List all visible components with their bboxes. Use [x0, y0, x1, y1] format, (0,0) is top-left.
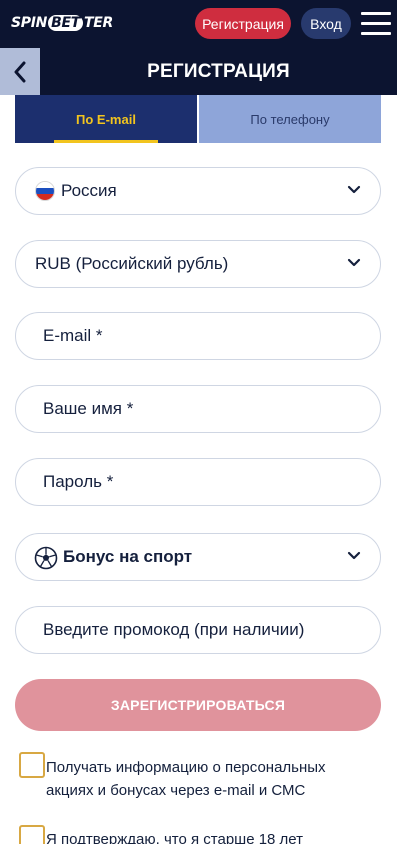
country-value: Россия	[61, 181, 117, 200]
country-select[interactable]: Россия	[15, 167, 381, 215]
russia-flag-icon	[35, 181, 55, 201]
promo-consent-label: Получать информацию о персональных акция…	[46, 759, 326, 799]
currency-select[interactable]: RUB (Российский рубль)	[15, 240, 381, 288]
email-field[interactable]: E-mail *	[15, 312, 381, 360]
back-arrow-icon	[14, 61, 26, 82]
age-confirm-checkbox[interactable]	[19, 825, 45, 844]
promo-placeholder: Введите промокод (при наличии)	[43, 620, 305, 639]
chevron-down-icon	[347, 185, 361, 194]
tab-email[interactable]: По E-mail	[15, 95, 197, 143]
login-button[interactable]: Вход	[301, 8, 351, 39]
name-field[interactable]: Ваше имя *	[15, 385, 381, 433]
logo-ter: TER	[83, 15, 113, 31]
menu-icon[interactable]	[361, 12, 391, 36]
tab-phone[interactable]: По телефону	[199, 95, 381, 143]
chevron-down-icon	[347, 551, 361, 560]
promo-code-field[interactable]: Введите промокод (при наличии)	[15, 606, 381, 654]
registration-tabs: По E-mail По телефону	[15, 95, 381, 143]
password-placeholder: Пароль *	[43, 472, 114, 491]
logo-bet: BET	[48, 15, 83, 31]
top-header: SPIN BET TER Регистрация Вход	[0, 0, 397, 48]
tab-email-label: По E-mail	[76, 111, 136, 127]
title-bar: РЕГИСТРАЦИЯ	[0, 48, 397, 95]
password-field[interactable]: Пароль *	[15, 458, 381, 506]
promo-consent-checkbox[interactable]	[19, 752, 45, 778]
logo-spin: SPIN	[11, 15, 48, 31]
bonus-select[interactable]: Бонус на спорт	[15, 533, 381, 581]
chevron-down-icon	[347, 258, 361, 267]
age-confirm-label: Я подтверждаю, что я старше 18 лет	[46, 831, 304, 844]
tab-phone-label: По телефону	[250, 111, 330, 127]
submit-register-button[interactable]: ЗАРЕГИСТРИРОВАТЬСЯ	[15, 679, 381, 731]
register-button[interactable]: Регистрация	[195, 8, 291, 39]
name-placeholder: Ваше имя *	[43, 399, 134, 418]
soccer-ball-icon	[34, 546, 58, 570]
back-button[interactable]	[0, 48, 40, 95]
email-placeholder: E-mail *	[43, 326, 103, 345]
currency-value: RUB (Российский рубль)	[35, 254, 229, 273]
page-title: РЕГИСТРАЦИЯ	[147, 60, 290, 82]
bonus-value: Бонус на спорт	[63, 547, 193, 566]
spinbetter-logo[interactable]: SPIN BET TER	[11, 15, 113, 31]
active-tab-indicator	[54, 140, 158, 143]
